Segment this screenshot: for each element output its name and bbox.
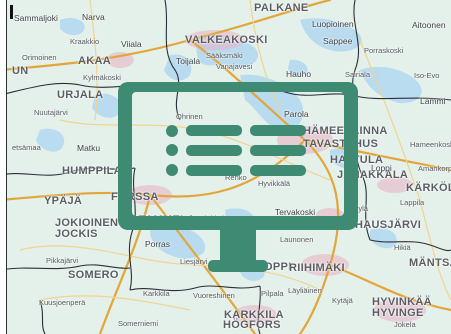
monitor-list-icon: [118, 82, 358, 272]
